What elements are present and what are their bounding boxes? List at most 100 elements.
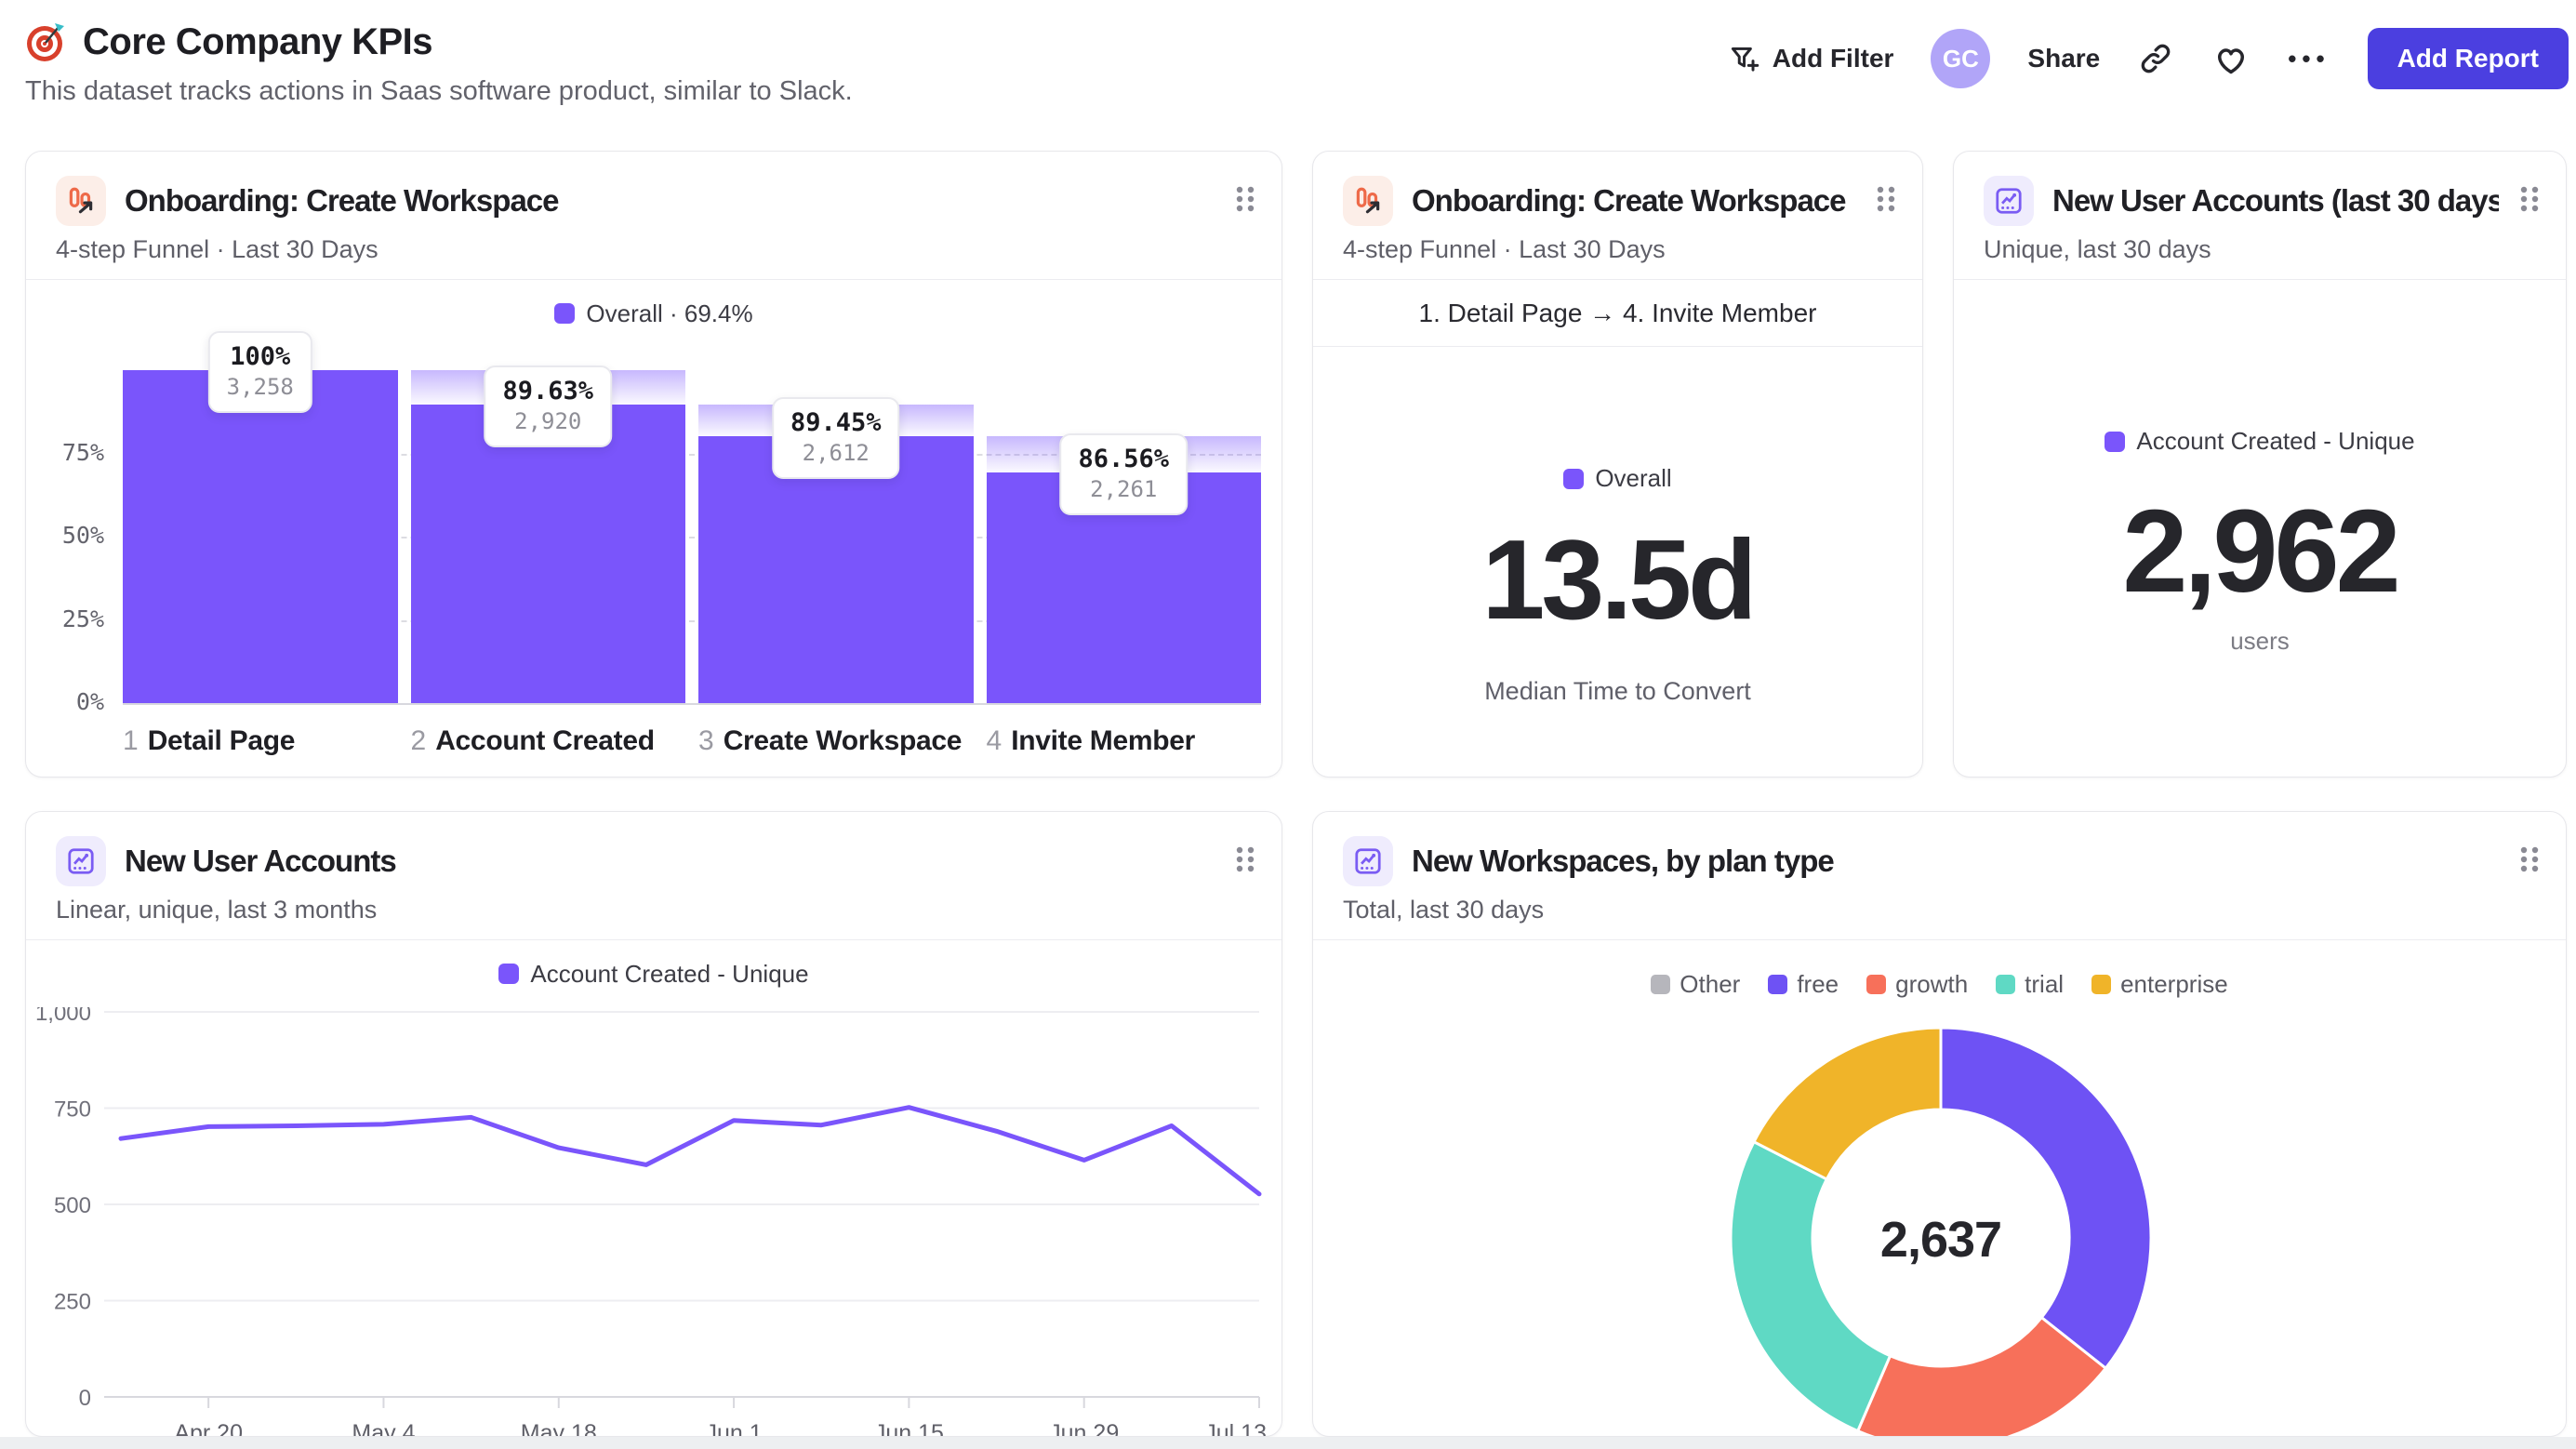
- donut-slice-enterprise[interactable]: [1751, 1026, 1943, 1181]
- filter-plus-icon: [1731, 47, 1759, 72]
- line-y-tick: 500: [54, 1193, 91, 1218]
- funnel-step-label: Create Workspace: [723, 725, 963, 756]
- funnel-step-number: 4: [986, 725, 1003, 756]
- legend-item-trial[interactable]: trial: [1996, 970, 2064, 999]
- line-x-tick: May 4: [352, 1420, 415, 1437]
- funnel-report-icon: [56, 176, 106, 226]
- metric-caption: users: [2230, 627, 2290, 655]
- funnel-step-number: 3: [698, 725, 714, 756]
- card-title[interactable]: Onboarding: Create Workspace: [1412, 183, 1855, 219]
- funnel-bar-step-1[interactable]: 100% 3,258: [123, 331, 398, 703]
- funnel-step-name: 3 Create Workspace: [698, 725, 974, 757]
- funnel-count: 2,261: [1090, 475, 1158, 502]
- drag-handle-icon[interactable]: [1874, 183, 1898, 219]
- line-x-tick: Jun 15: [874, 1420, 944, 1437]
- share-button[interactable]: Share: [2027, 44, 2100, 73]
- funnel-step-name: 4 Invite Member: [987, 725, 1262, 757]
- avatar[interactable]: GC: [1931, 29, 1991, 88]
- funnel-conversion-pct: 100%: [230, 342, 291, 371]
- funnel-bars: 100% 3,258 89.63% 2,920 89.45% 2,612 86.56% 2,2…: [123, 331, 1261, 703]
- card-subtitle: Linear, unique, last 3 months: [56, 896, 378, 924]
- copy-link-button[interactable]: [2137, 40, 2174, 77]
- card-header: Onboarding: Create Workspace: [1313, 152, 1922, 226]
- add-filter-button[interactable]: Add Filter: [1726, 41, 1893, 76]
- funnel-y-tick: 75%: [61, 438, 104, 466]
- legend-item-Other[interactable]: Other: [1651, 970, 1740, 999]
- page-header: Core Company KPIs This dataset tracks ac…: [0, 0, 2576, 149]
- page-title: Core Company KPIs: [25, 20, 853, 63]
- legend-swatch: [1866, 974, 1887, 994]
- funnel-y-tick: 25%: [61, 605, 104, 632]
- drag-handle-icon[interactable]: [1233, 183, 1257, 219]
- funnel-step-name: 1 Detail Page: [123, 725, 398, 757]
- line-y-tick: 750: [54, 1097, 91, 1123]
- funnel-conversion-pct: 86.56%: [1078, 444, 1170, 473]
- more-menu-button[interactable]: •••: [2288, 45, 2330, 73]
- legend-item-growth[interactable]: growth: [1866, 970, 1968, 999]
- legend-label: enterprise: [2120, 969, 2228, 998]
- metric-body: Overall 13.5d Median Time to Convert: [1313, 347, 1922, 706]
- drag-handle-icon[interactable]: [1233, 844, 1257, 880]
- card-header: New Workspaces, by plan type: [1313, 812, 2566, 886]
- donut-chart[interactable]: 2,637: [1313, 1026, 2567, 1437]
- legend-label: Account Created - Unique: [2136, 427, 2415, 455]
- funnel-bar-step-2[interactable]: 89.63% 2,920: [410, 366, 685, 703]
- legend-swatch: [554, 303, 576, 324]
- donut-slice-trial[interactable]: [1729, 1139, 1892, 1433]
- donut-legend: Other free growth trial enterprise: [1313, 940, 2566, 1007]
- line-x-tick: Jun 1: [705, 1420, 762, 1437]
- funnel-count: 2,920: [514, 408, 582, 435]
- donut-center-value: 2,637: [1880, 1212, 2001, 1268]
- drag-handle-icon[interactable]: [2517, 183, 2542, 219]
- card-grid: Onboarding: Create Workspace 4-step Funn…: [25, 151, 2567, 1437]
- funnel-step-label: Account Created: [435, 725, 655, 756]
- card-new-user-accounts-metric: New User Accounts (last 30 days) Unique,…: [1953, 151, 2567, 778]
- legend-label: Overall · 69.4%: [586, 299, 753, 327]
- funnel-bar-label: 89.63% 2,920: [484, 366, 613, 448]
- heart-icon: [2218, 48, 2245, 74]
- line-series[interactable]: [118, 1105, 1262, 1197]
- card-title[interactable]: New Workspaces, by plan type: [1412, 844, 2499, 879]
- funnel-step-number: 2: [410, 725, 427, 756]
- legend-item-free[interactable]: free: [1768, 970, 1839, 999]
- funnel-step-label: Detail Page: [147, 725, 296, 756]
- insights-report-icon: [1343, 836, 1393, 886]
- funnel-conversion-pct: 89.63%: [502, 377, 594, 406]
- legend-item-enterprise[interactable]: enterprise: [2091, 970, 2228, 999]
- funnel-count: 2,612: [802, 440, 870, 467]
- target-dart-icon: [27, 23, 64, 61]
- card-title[interactable]: New User Accounts: [125, 844, 1215, 879]
- favorite-button[interactable]: [2211, 39, 2251, 78]
- line-x-tick: Jul 13: [1204, 1420, 1267, 1437]
- drag-handle-icon[interactable]: [2517, 844, 2542, 880]
- card-onboarding-funnel: Onboarding: Create Workspace 4-step Funn…: [25, 151, 1282, 778]
- line-x-tick: Jun 29: [1049, 1420, 1119, 1437]
- funnel-bar: [123, 370, 398, 703]
- card-subtitle: 4-step Funnel · Last 30 Days: [1343, 235, 1666, 263]
- line-x-tick: Apr 20: [174, 1420, 243, 1437]
- card-new-user-accounts-trend: New User Accounts Linear, unique, last 3…: [25, 811, 1282, 1437]
- dashboard-page: Core Company KPIs This dataset tracks ac…: [0, 0, 2576, 1449]
- card-title[interactable]: New User Accounts (last 30 days): [2052, 183, 2499, 219]
- page-bottom-edge: [0, 1437, 2576, 1449]
- funnel-step-range: 1. Detail Page → 4. Invite Member: [1313, 280, 1922, 347]
- funnel-step-name: 2 Account Created: [411, 725, 686, 757]
- insights-report-icon: [56, 836, 106, 886]
- legend-swatch: [2105, 431, 2126, 452]
- link-icon: [2141, 44, 2171, 73]
- card-subtitle: Unique, last 30 days: [1984, 235, 2211, 263]
- legend-label: free: [1797, 969, 1839, 998]
- card-title[interactable]: Onboarding: Create Workspace: [125, 183, 1215, 219]
- card-new-workspaces-by-plan: New Workspaces, by plan type Total, last…: [1312, 811, 2567, 1437]
- funnel-y-tick: 50%: [61, 522, 104, 549]
- metric-value: 2,962: [2122, 485, 2400, 617]
- donut-slice-free[interactable]: [1939, 1026, 2153, 1371]
- funnel-bar-step-3[interactable]: 89.45% 2,612: [698, 370, 974, 703]
- metric-caption: Median Time to Convert: [1484, 677, 1751, 705]
- line-chart[interactable]: 1,000 750 500 250 0 Apr 20 May 4 May 18 Jun 1 Jun…: [26, 1007, 1282, 1437]
- funnel-step-number: 1: [123, 725, 139, 756]
- card-time-to-convert: Onboarding: Create Workspace 4-step Funn…: [1312, 151, 1923, 778]
- page-subtitle: This dataset tracks actions in Saas soft…: [25, 76, 853, 106]
- funnel-bar-step-4[interactable]: 86.56% 2,261: [986, 370, 1261, 703]
- add-report-button[interactable]: Add Report: [2367, 28, 2569, 89]
